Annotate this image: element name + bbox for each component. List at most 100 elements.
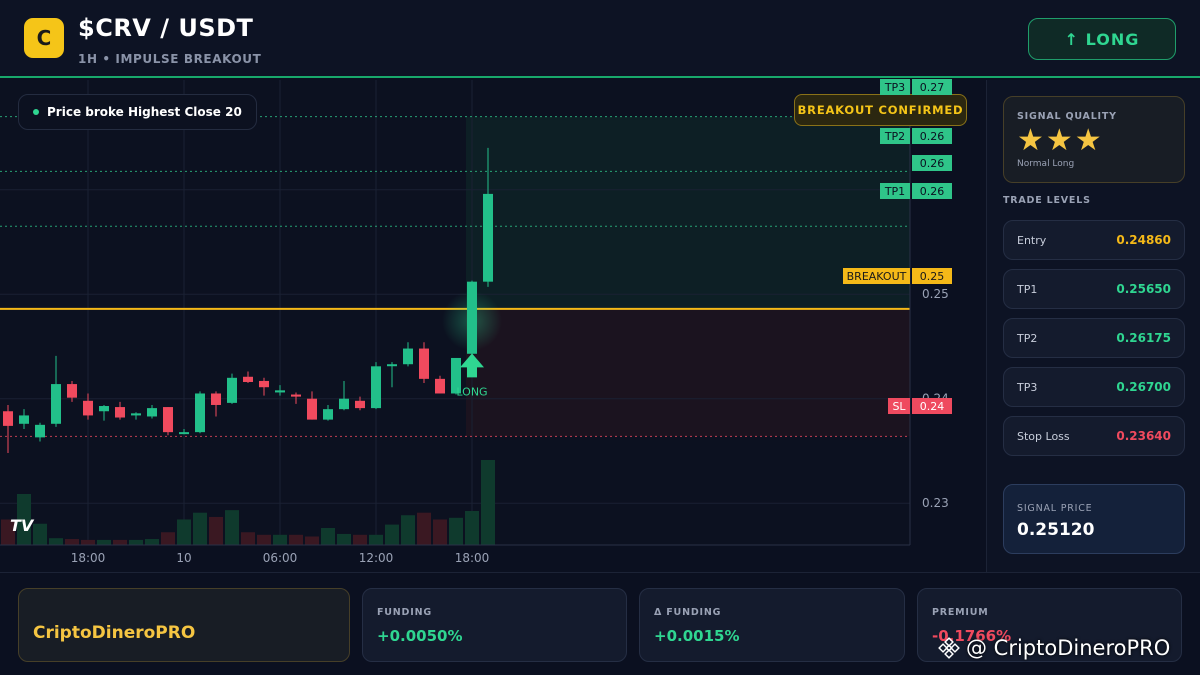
level-value: 0.26700 <box>1116 380 1171 394</box>
x-tick-label: 06:00 <box>263 551 298 565</box>
binance-logo-icon <box>938 637 960 659</box>
candle-body <box>467 281 477 354</box>
status-dot-icon <box>33 109 39 115</box>
volume-bar <box>401 515 415 545</box>
tp3-value-tag: 0.27 <box>912 79 952 95</box>
breakout-confirmed-badge: BREAKOUT CONFIRMED <box>794 94 967 126</box>
watermark: @ CriptoDineroPRO <box>938 636 1170 660</box>
tp3-tag: TP3 <box>880 79 910 95</box>
level-tp3: TP3 0.26700 <box>1003 367 1185 407</box>
pair-title: $CRV / USDT <box>78 14 254 42</box>
long-button[interactable]: ↑ LONG <box>1028 18 1176 60</box>
candle-body <box>307 398 317 420</box>
signal-side-panel: SIGNAL QUALITY ★★★ Normal Long TRADE LEV… <box>986 80 1200 572</box>
volume-bar <box>369 534 383 545</box>
signal-quality-label: SIGNAL QUALITY <box>1017 111 1117 122</box>
candle-body <box>67 384 77 398</box>
level-name: Entry <box>1017 233 1047 247</box>
volume-bar <box>257 534 271 545</box>
volume-bar <box>129 539 143 545</box>
volume-bar <box>225 510 239 545</box>
brand-card: CriptoDineroPRO <box>18 588 350 662</box>
signal-price-label: SIGNAL PRICE <box>1017 503 1093 514</box>
candle-body <box>19 415 29 424</box>
sl-value-tag: 0.24 <box>912 398 952 414</box>
volume-bar <box>353 534 367 545</box>
tp2-value-tag: 0.26 <box>912 128 952 144</box>
footer: CriptoDineroPRO FUNDING +0.0050% Δ FUNDI… <box>0 572 1200 675</box>
candle-body <box>387 364 397 367</box>
level-value: 0.24860 <box>1116 233 1171 247</box>
info-pill-text: Price broke Highest Close 20 <box>47 105 242 119</box>
volume-bar <box>449 517 463 545</box>
volume-bar <box>385 524 399 545</box>
level-name: Stop Loss <box>1017 429 1070 443</box>
candle-body <box>403 348 413 365</box>
candle-body <box>115 407 125 418</box>
x-tick-label: 18:00 <box>455 551 490 565</box>
candle-body <box>83 400 93 416</box>
tradingview-logo-icon: TV <box>10 516 34 535</box>
volume-bar <box>289 534 303 545</box>
volume-bar <box>273 534 287 545</box>
volume-bar <box>65 539 79 545</box>
volume-bar <box>145 539 159 545</box>
level-entry: Entry 0.24860 <box>1003 220 1185 260</box>
candle-body <box>131 413 141 416</box>
level-name: TP1 <box>1017 282 1038 296</box>
candle-body <box>211 393 221 405</box>
tp1-tag: TP1 <box>880 183 910 199</box>
candle-body <box>483 193 493 282</box>
signal-quality-note: Normal Long <box>1017 159 1075 169</box>
level-name: TP3 <box>1017 380 1038 394</box>
candle-body <box>179 432 189 435</box>
price-chart[interactable]: LONG 0.26 0.25 0.24 0.23 18:00 10 06:00 12:00 18:… <box>0 79 985 572</box>
volume-bar <box>337 533 351 545</box>
star-rating-icon: ★★★ <box>1017 123 1104 158</box>
tp2-tag: TP2 <box>880 128 910 144</box>
x-tick-label: 18:00 <box>71 551 106 565</box>
funding-card: FUNDING +0.0050% <box>362 588 627 662</box>
signal-price-value: 0.25120 <box>1017 520 1095 540</box>
candle-body <box>163 407 173 433</box>
premium-label: PREMIUM <box>932 607 989 618</box>
volume-bar <box>481 460 495 545</box>
delta-funding-card: Δ FUNDING +0.0015% <box>639 588 905 662</box>
candle-body <box>243 376 253 382</box>
candle-body <box>259 380 269 388</box>
y-tick-label: 0.23 <box>922 496 949 510</box>
y-tick-label: 0.25 <box>922 287 949 301</box>
candle-body <box>227 377 237 403</box>
volume-bar <box>161 532 175 545</box>
volume-bar <box>417 512 431 545</box>
candlestick-chart[interactable]: LONG 0.26 0.25 0.24 0.23 18:00 10 06:00 12:00 18:… <box>0 80 985 572</box>
brand-name: CriptoDineroPRO <box>33 623 196 643</box>
candle-body <box>275 390 285 393</box>
volume-bar <box>113 539 127 545</box>
breakout-info-pill: Price broke Highest Close 20 <box>18 94 257 130</box>
breakout-value-tag: 0.25 <box>912 268 952 284</box>
sl-tag: SL <box>888 398 910 414</box>
risk-zone <box>466 308 910 437</box>
volume-bar <box>465 511 479 545</box>
candle-body <box>147 408 157 417</box>
timeframe-subtitle: 1H • IMPULSE BREAKOUT <box>78 52 262 66</box>
trade-levels-title: TRADE LEVELS <box>1003 195 1091 206</box>
volume-bar <box>241 532 255 545</box>
volume-bar <box>49 538 63 545</box>
volume-bar <box>433 519 447 545</box>
candle-body <box>195 393 205 433</box>
candle-body <box>35 424 45 438</box>
level-value: 0.23640 <box>1116 429 1171 443</box>
level-value: 0.26175 <box>1116 331 1171 345</box>
delta-funding-label: Δ FUNDING <box>654 607 722 618</box>
candle-body <box>419 348 429 379</box>
volume-bar <box>97 539 111 545</box>
coin-logo: C <box>24 18 64 58</box>
funding-value: +0.0050% <box>377 627 463 645</box>
candle-body <box>3 411 13 426</box>
level-name: TP2 <box>1017 331 1038 345</box>
volume-bar <box>33 523 47 545</box>
x-tick-label: 10 <box>176 551 191 565</box>
candle-body <box>99 406 109 412</box>
